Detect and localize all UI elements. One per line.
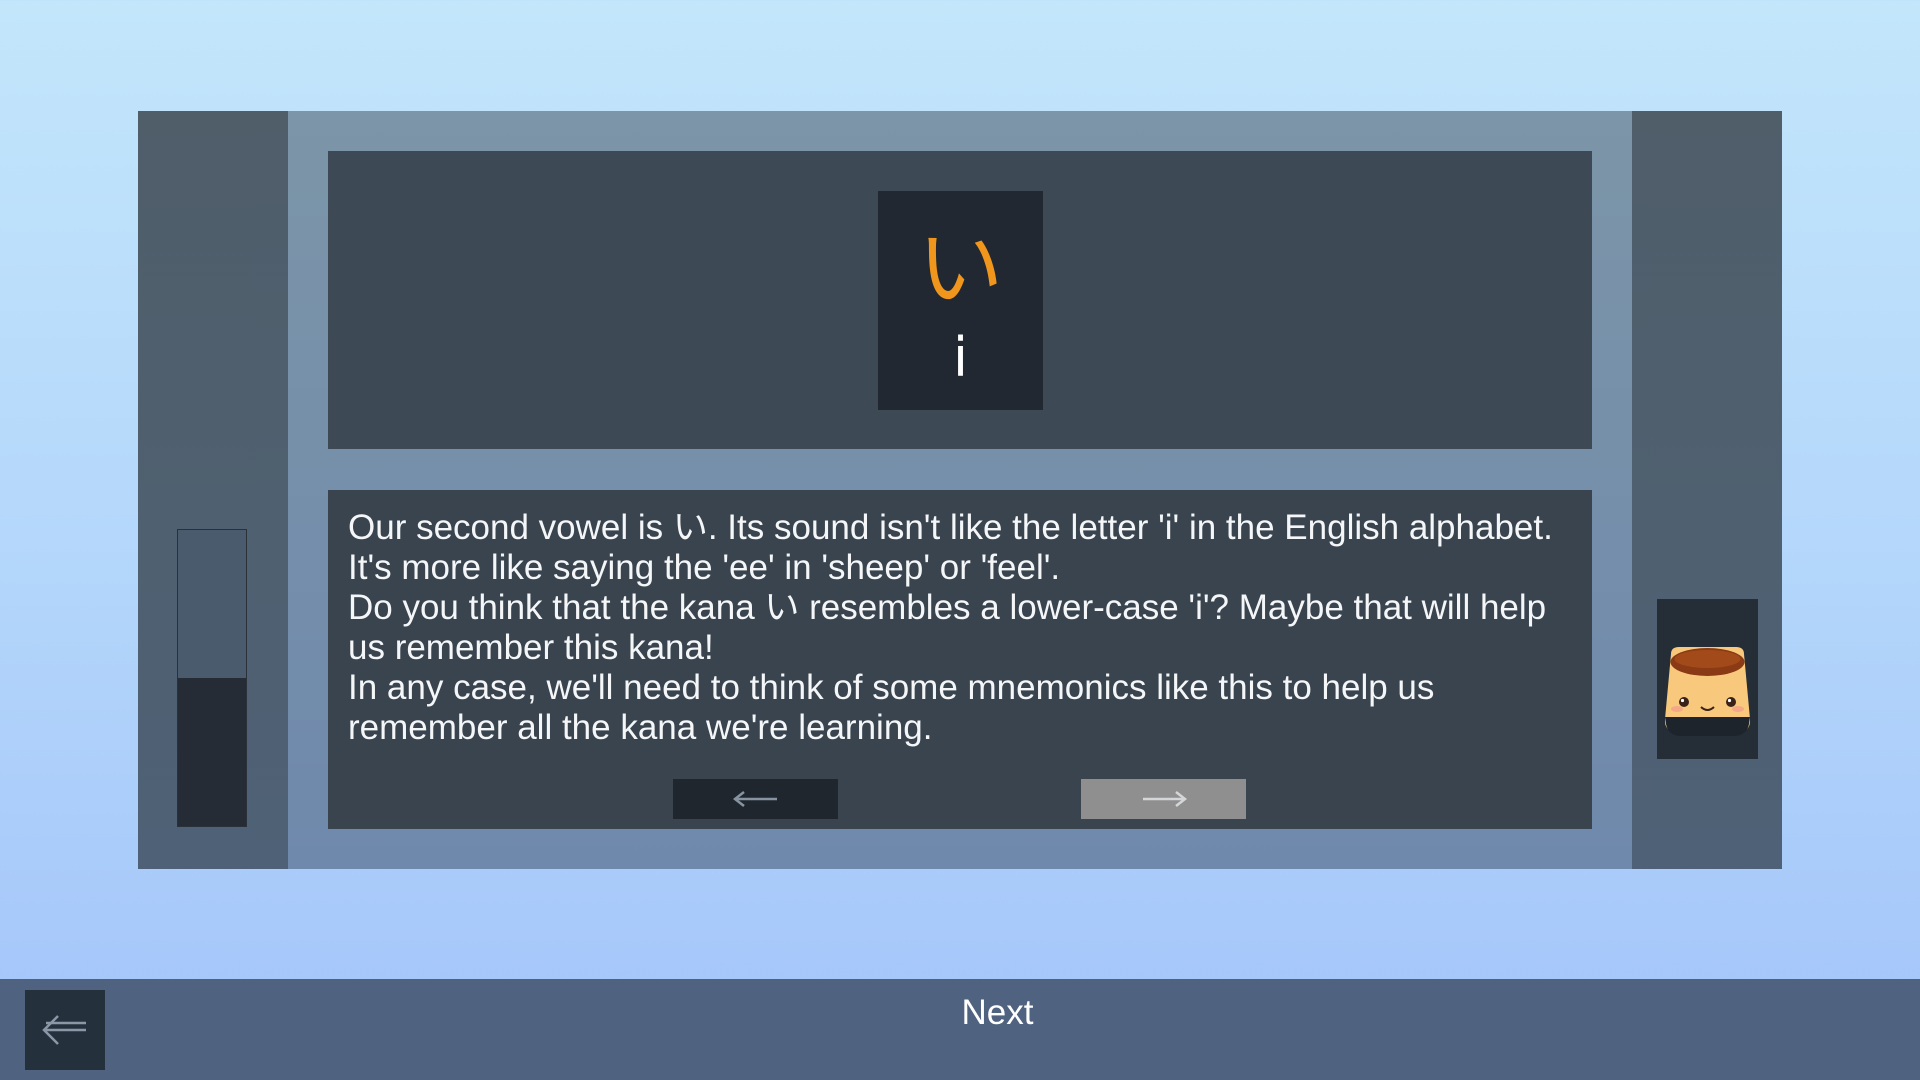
right-arrow-icon (1142, 791, 1187, 807)
next-button[interactable]: Next (0, 993, 1920, 1033)
lesson-paragraph: Our second vowel is い. Its sound isn't l… (348, 508, 1553, 587)
right-panel (1632, 111, 1782, 869)
bottom-bar: Next (0, 979, 1920, 1080)
pudding-mascot-icon (1664, 647, 1751, 736)
previous-page-button[interactable] (673, 779, 838, 819)
lesson-frame: い i Our second vowel is い. Its sound isn… (138, 111, 1782, 869)
progress-fill (178, 678, 246, 826)
kana-display-area: い i (328, 151, 1592, 449)
progress-bar (177, 529, 247, 827)
lesson-text-box: Our second vowel is い. Its sound isn't l… (328, 490, 1592, 829)
left-panel (138, 111, 288, 869)
lesson-paragraph: Do you think that the kana い resembles a… (348, 588, 1547, 667)
lesson-paragraph: In any case, we'll need to think of some… (348, 668, 1435, 747)
left-arrow-icon (732, 791, 777, 807)
center-panel: い i Our second vowel is い. Its sound isn… (288, 111, 1632, 869)
next-page-button[interactable] (1081, 779, 1246, 819)
kana-card: い i (878, 191, 1043, 410)
mascot-frame (1657, 599, 1758, 759)
kana-character: い (917, 219, 1004, 319)
lesson-text: Our second vowel is い. Its sound isn't l… (348, 508, 1578, 748)
kana-romaji: i (952, 326, 968, 389)
